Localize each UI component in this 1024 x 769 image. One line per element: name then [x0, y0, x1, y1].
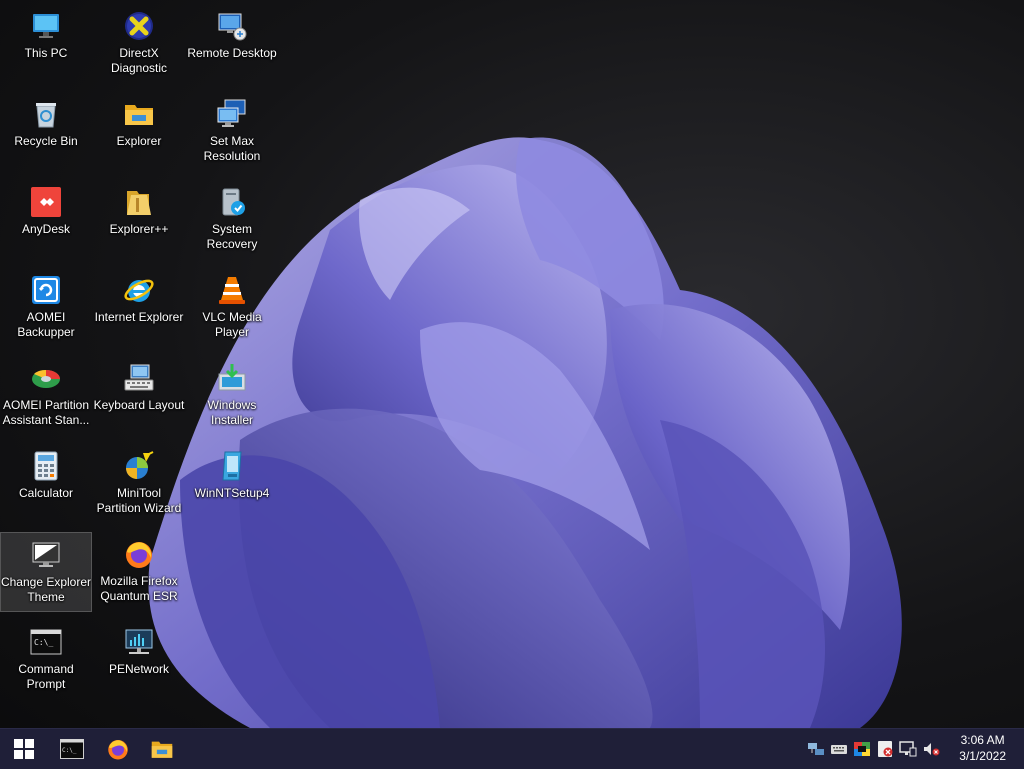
- desktop-icon-command-prompt[interactable]: C:\_ Command Prompt: [0, 620, 92, 700]
- winntsetup-icon: [222, 451, 242, 481]
- system-tray: [802, 737, 940, 761]
- desktop-icon-vlc-media-player[interactable]: VLC Media Player: [186, 268, 278, 348]
- clock-time: 3:06 AM: [960, 733, 1005, 747]
- icon-label: VLC Media Player: [202, 310, 262, 339]
- keyboard-icon[interactable]: [830, 740, 848, 758]
- explorerpp-icon: [127, 191, 151, 215]
- desktop-icon-winntsetup4[interactable]: WinNTSetup4: [186, 444, 278, 524]
- icon-label: Set Max Resolution: [203, 134, 261, 163]
- clock-date: 3/1/2022: [959, 749, 1006, 763]
- taskbar-firefox[interactable]: [98, 733, 138, 765]
- icon-label: This PC: [24, 46, 68, 60]
- icon-label: Remote Desktop: [187, 46, 277, 60]
- recycle-bin-icon: [36, 103, 56, 128]
- icon-label: Change Explorer Theme: [0, 575, 92, 604]
- icon-label: WinNTSetup4: [194, 486, 270, 500]
- display-settings-icon: [217, 99, 246, 127]
- icon-label: AOMEI Backupper: [17, 310, 75, 339]
- desktop-icon-change-explorer-theme[interactable]: Change Explorer Theme: [0, 532, 92, 612]
- desktop-icon-windows-installer[interactable]: Windows Installer: [186, 356, 278, 436]
- icon-label: Command Prompt: [18, 662, 74, 691]
- anydesk-icon: [31, 187, 61, 217]
- monitor-icon: [33, 14, 59, 38]
- icon-label: AnyDesk: [21, 222, 71, 236]
- icon-label: System Recovery: [206, 222, 258, 251]
- desktop-icon-directx-diagnostic[interactable]: DirectX Diagnostic: [93, 4, 185, 84]
- windows-start-icon: [14, 739, 34, 759]
- internet-explorer-icon: [124, 279, 154, 302]
- command-prompt-icon: C:\_: [60, 739, 84, 759]
- minitool-icon: [126, 451, 154, 479]
- desktop-icon-aomei-backupper[interactable]: AOMEI Backupper: [0, 268, 92, 348]
- command-prompt-icon: C:\_: [30, 629, 62, 655]
- aomei-partition-icon: [32, 369, 60, 388]
- desktop-icon-explorer[interactable]: Explorer: [93, 92, 185, 172]
- start-button[interactable]: [4, 733, 44, 765]
- icon-label: DirectX Diagnostic: [110, 46, 168, 75]
- icon-label: Internet Explorer: [94, 310, 184, 324]
- desktop-icon-system-recovery[interactable]: System Recovery: [186, 180, 278, 260]
- volume-muted-icon[interactable]: [922, 740, 940, 758]
- svg-text:C:\_: C:\_: [34, 638, 53, 647]
- taskbar: C:\_ 3:06 AM 3/1/2022: [0, 728, 1024, 769]
- network-adapter-icon[interactable]: [807, 740, 825, 758]
- icon-label: PENetwork: [108, 662, 170, 676]
- icon-label: Explorer++: [109, 222, 169, 236]
- svg-text:C:\_: C:\_: [62, 747, 77, 754]
- desktop-icon-keyboard-layout[interactable]: Keyboard Layout: [93, 356, 185, 436]
- system-recovery-icon: [222, 188, 245, 216]
- icon-label: Windows Installer: [207, 398, 257, 427]
- windows-installer-icon: [218, 364, 246, 391]
- icon-label: AOMEI Partition Assistant Stan...: [2, 398, 90, 427]
- icon-label: Calculator: [18, 486, 74, 500]
- desktop-icon-penetwork[interactable]: PENetwork: [93, 620, 185, 700]
- taskbar-explorer[interactable]: [142, 733, 182, 765]
- icon-label: Explorer: [116, 134, 162, 148]
- desktop: This PC Recycle Bin AnyDesk AOMEI Backup…: [0, 0, 1024, 728]
- desktop-icon-explorerpp[interactable]: Explorer++: [93, 180, 185, 260]
- desktop-icon-internet-explorer[interactable]: Internet Explorer: [93, 268, 185, 348]
- desktop-icon-recycle-bin[interactable]: Recycle Bin: [0, 92, 92, 172]
- firefox-icon: [126, 542, 152, 568]
- folder-icon: [125, 105, 153, 125]
- aomei-backupper-icon: [32, 276, 60, 304]
- desktop-icon-this-pc[interactable]: This PC: [0, 4, 92, 84]
- icon-label: Recycle Bin: [14, 134, 78, 148]
- desktop-icon-aomei-partition[interactable]: AOMEI Partition Assistant Stan...: [0, 356, 92, 436]
- desktop-icon-mozilla-firefox[interactable]: Mozilla Firefox Quantum ESR: [93, 532, 185, 612]
- firefox-icon: [108, 740, 128, 760]
- keyboard-icon: [124, 364, 154, 391]
- theme-monitor-icon: [32, 542, 60, 567]
- desktop-icon-remote-desktop[interactable]: Remote Desktop: [186, 4, 278, 84]
- display-icon[interactable]: [899, 740, 917, 758]
- folder-icon: [151, 741, 173, 758]
- icon-label: Keyboard Layout: [93, 398, 185, 412]
- desktop-icon-set-max-resolution[interactable]: Set Max Resolution: [186, 92, 278, 172]
- vlc-icon: [219, 277, 245, 304]
- taskbar-command-prompt[interactable]: C:\_: [52, 733, 92, 765]
- icon-label: MiniTool Partition Wizard: [96, 486, 182, 515]
- calculator-icon: [34, 451, 58, 481]
- taskbar-clock[interactable]: 3:06 AM 3/1/2022: [959, 732, 1006, 764]
- desktop-icon-anydesk[interactable]: AnyDesk: [0, 180, 92, 260]
- directx-icon: [125, 12, 153, 40]
- color-picker-icon[interactable]: [853, 740, 871, 758]
- network-icon: [125, 629, 153, 654]
- remote-desktop-icon: [218, 13, 247, 41]
- desktop-icon-minitool-partition-wizard[interactable]: MiniTool Partition Wizard: [93, 444, 185, 524]
- icon-label: Mozilla Firefox Quantum ESR: [100, 574, 178, 603]
- defender-icon[interactable]: [876, 740, 894, 758]
- desktop-icon-calculator[interactable]: Calculator: [0, 444, 92, 524]
